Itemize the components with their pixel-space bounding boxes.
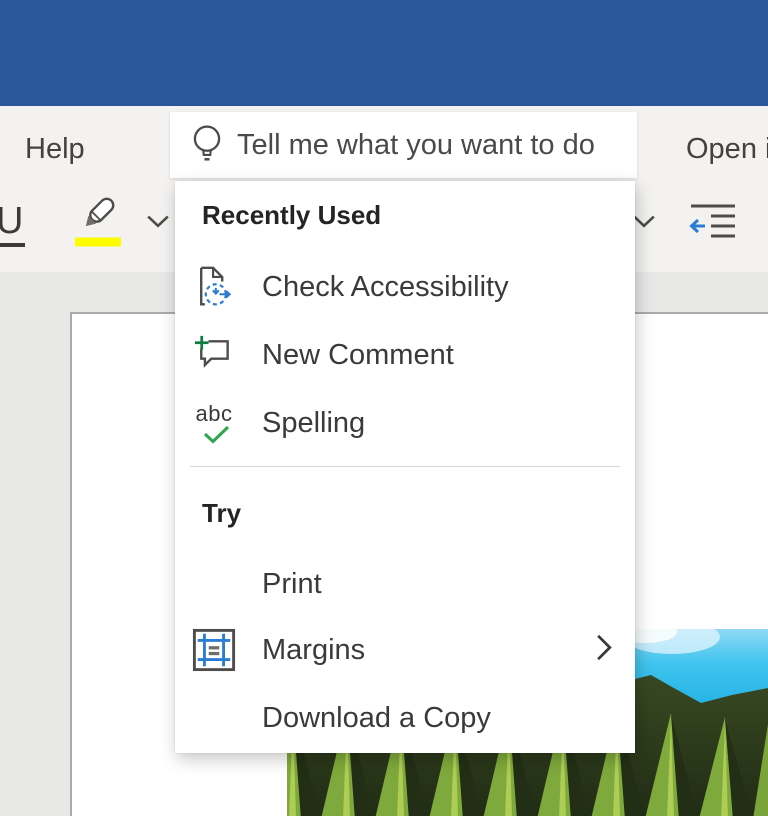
menu-item-label: Check Accessibility bbox=[262, 271, 509, 304]
menu-divider bbox=[190, 466, 620, 467]
section-header-recently-used: Recently Used bbox=[202, 197, 381, 233]
empty-icon-slot bbox=[191, 560, 237, 608]
accessibility-checker-icon bbox=[191, 263, 237, 311]
section-header-try: Try bbox=[202, 495, 241, 531]
lightbulb-icon bbox=[190, 124, 224, 166]
menu-item-new-comment[interactable]: New Comment bbox=[175, 321, 635, 389]
margins-icon bbox=[191, 626, 237, 674]
menu-item-check-accessibility[interactable]: Check Accessibility bbox=[175, 253, 635, 321]
styles-dropdown-button[interactable] bbox=[632, 214, 656, 234]
tell-me-search-input[interactable]: Tell me what you want to do bbox=[170, 112, 637, 178]
menu-item-margins[interactable]: Margins bbox=[175, 617, 635, 683]
menu-item-label: New Comment bbox=[262, 339, 454, 372]
decrease-indent-button[interactable] bbox=[688, 200, 738, 251]
titlebar bbox=[0, 0, 768, 106]
highlight-dropdown-button[interactable] bbox=[146, 214, 170, 234]
chevron-down-icon bbox=[146, 214, 170, 229]
menu-item-print[interactable]: Print bbox=[175, 551, 635, 617]
search-placeholder: Tell me what you want to do bbox=[237, 129, 595, 162]
menu-item-label: Spelling bbox=[262, 407, 365, 440]
empty-icon-slot bbox=[191, 694, 237, 742]
menu-item-spelling[interactable]: abc Spelling bbox=[175, 389, 635, 457]
spelling-abc-text: abc bbox=[196, 403, 233, 425]
menu-item-label: Download a Copy bbox=[262, 702, 491, 735]
tab-help[interactable]: Help bbox=[25, 130, 85, 168]
menu-item-download-a-copy[interactable]: Download a Copy bbox=[175, 685, 635, 751]
text-highlight-icon bbox=[74, 192, 126, 250]
underline-button[interactable]: U bbox=[0, 200, 25, 247]
menu-item-label: Print bbox=[262, 568, 322, 601]
open-in-button[interactable]: Open i bbox=[686, 130, 768, 168]
submenu-chevron-right-icon bbox=[596, 634, 613, 667]
chevron-down-icon bbox=[632, 214, 656, 229]
menu-item-label: Margins bbox=[262, 634, 365, 667]
decrease-indent-icon bbox=[688, 200, 738, 246]
new-comment-icon bbox=[191, 331, 237, 379]
spelling-check-icon: abc bbox=[191, 399, 237, 447]
text-highlight-button[interactable] bbox=[74, 192, 126, 255]
tell-me-dropdown: Recently Used Check Accessibility New Co… bbox=[175, 181, 635, 753]
